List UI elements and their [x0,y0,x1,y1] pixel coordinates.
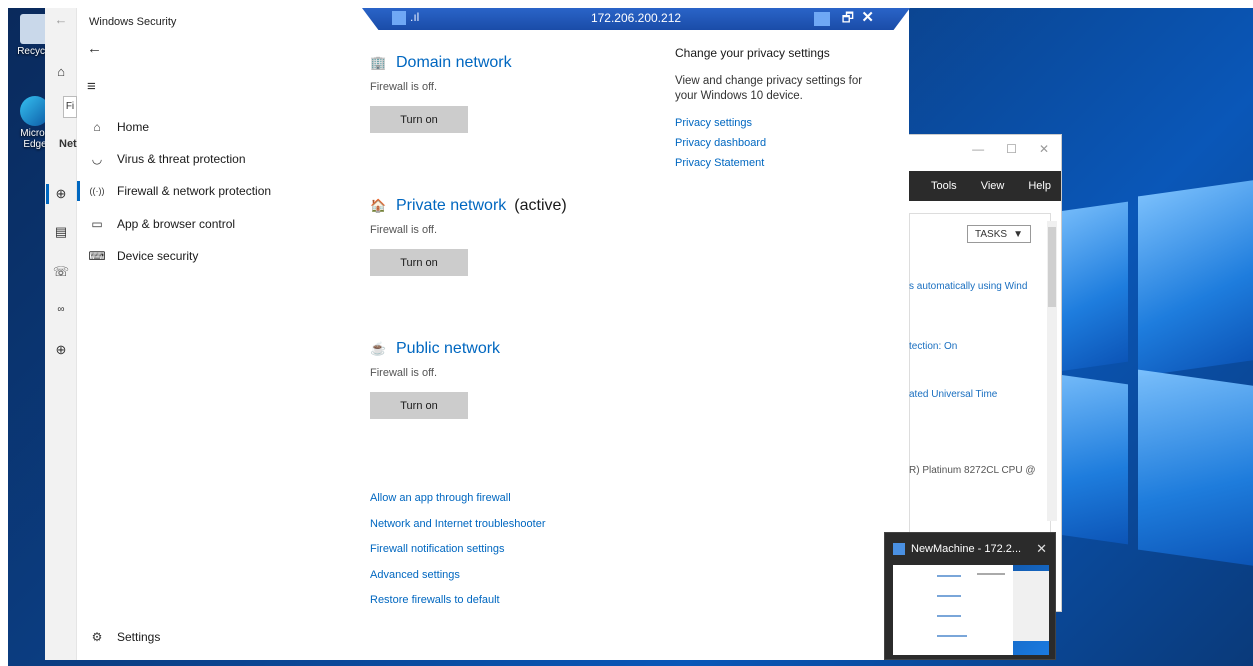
bg-close-button[interactable]: ✕ [1039,142,1049,156]
bg-tasks-dropdown[interactable]: TASKS ▼ [967,225,1031,243]
share-rail-icon[interactable]: ∞ [45,304,77,315]
preview-title: NewMachine - 172.2... [911,543,1022,555]
hamburger-menu-button[interactable]: ≡ [87,78,96,95]
taskbar-thumbnail-preview[interactable]: NewMachine - 172.2... ✕ [884,532,1056,660]
privacy-statement-link[interactable]: Privacy Statement [675,157,875,169]
link-troubleshooter[interactable]: Network and Internet troubleshooter [370,518,546,544]
private-network-icon: 🏠 [370,198,387,213]
public-network-section: ☕ Public network Firewall is off. Turn o… [370,340,508,419]
firewall-rail-icon[interactable]: ⊕ [45,186,77,202]
nav-firewall-network-protection[interactable]: ((·)) Firewall & network protection [77,180,337,202]
private-network-section: 🏠 Private network (active) Firewall is o… [370,197,567,276]
nav-device-security[interactable]: ⌨ Device security [77,245,337,267]
link-allow-app[interactable]: Allow an app through firewall [370,492,546,518]
gear-icon: ⚙ [91,630,103,644]
rdp-restore-button[interactable]: 🗗 [842,9,854,30]
domain-network-link[interactable]: Domain network [396,54,512,72]
windows-security-window: ← ⌂ Fi Net ⊕ ▤ ☏ ∞ ⊕ Windows Security ← … [45,8,909,660]
caret-down-icon: ▼ [1013,228,1023,240]
bg-maximize-button[interactable]: ☐ [1006,142,1017,156]
back-arrow-icon[interactable]: ← [45,12,77,27]
back-button[interactable]: ← [87,40,102,57]
bg-line-2[interactable]: tection: On [909,341,957,352]
domain-turn-on-button[interactable]: Turn on [370,106,468,133]
bg-scroll-thumb[interactable] [1048,227,1056,307]
preview-thumbnail-image [893,565,1049,655]
security-sidebar: Windows Security ← ≡ ⌂ Home ◡ Virus & th… [77,8,347,660]
privacy-description: View and change privacy settings for you… [675,75,863,102]
private-network-link[interactable]: Private network [396,197,506,215]
behind-app-rail: ← ⌂ Fi Net ⊕ ▤ ☏ ∞ ⊕ [45,8,77,660]
remote-desktop-icon [893,543,905,555]
active-label: (active) [514,197,567,214]
public-turn-on-button[interactable]: Turn on [370,392,468,419]
home-icon: ⌂ [93,120,101,134]
bg-panel [909,213,1051,533]
nav-app-browser-control[interactable]: ▭ App & browser control [77,213,337,235]
privacy-dashboard-link[interactable]: Privacy dashboard [675,137,875,149]
bg-window-controls: — ☐ ✕ [901,139,1061,159]
nav-settings[interactable]: ⚙ Settings [77,626,337,648]
app-title: Windows Security [89,16,177,28]
bg-line-4: R) Platinum 8272CL CPU @ [909,465,1036,476]
domain-firewall-status: Firewall is off. [370,81,438,93]
device-rail-icon[interactable]: ▤ [45,224,77,240]
firewall-content: 🏢 Domain network Firewall is off. Turn o… [347,8,909,660]
privacy-heading: Change your privacy settings [675,46,830,60]
bg-menu-view[interactable]: View [981,180,1005,192]
domain-network-section: 🏢 Domain network Firewall is off. Turn o… [370,54,520,133]
laptop-icon: ⌨ [88,249,106,263]
rdp-minimize-button[interactable] [814,12,830,26]
link-advanced-settings[interactable]: Advanced settings [370,569,546,595]
bg-menubar: Tools View Help [901,171,1061,201]
browser-window-icon: ▭ [91,217,103,231]
bg-minimize-button[interactable]: — [972,142,984,156]
public-network-icon: ☕ [370,341,387,356]
private-firewall-status: Firewall is off. [370,224,438,236]
nav-home[interactable]: ⌂ Home [77,116,337,138]
privacy-settings-link[interactable]: Privacy settings [675,117,875,129]
network-rail-icon[interactable]: ☏ [45,264,77,280]
bg-menu-help[interactable]: Help [1028,180,1051,192]
public-firewall-status: Firewall is off. [370,367,438,379]
private-turn-on-button[interactable]: Turn on [370,249,468,276]
rdp-close-button[interactable]: ✕ [861,8,874,26]
rdp-connection-bar: .ıl 172.206.200.212 🗗 ✕ [362,8,910,30]
bg-line-1[interactable]: s automatically using Wind [909,281,1027,292]
globe-icon[interactable]: ⊕ [45,342,77,358]
shield-icon: ◡ [91,152,103,166]
nav-virus-threat-protection[interactable]: ◡ Virus & threat protection [77,148,337,170]
side-partial-label: Net [59,138,77,150]
preview-close-button[interactable]: ✕ [1036,541,1047,557]
firewall-links: Allow an app through firewall Network an… [370,492,546,620]
home-icon[interactable]: ⌂ [45,64,77,79]
bg-scrollbar[interactable] [1047,221,1057,521]
bg-menu-tools[interactable]: Tools [931,180,957,192]
public-network-link[interactable]: Public network [396,340,500,358]
link-restore-defaults[interactable]: Restore firewalls to default [370,594,546,620]
search-field-partial[interactable]: Fi [63,96,77,118]
bg-line-3[interactable]: ated Universal Time [909,389,997,400]
privacy-panel: Change your privacy settings View and ch… [675,46,875,169]
domain-network-icon: 🏢 [370,55,387,70]
link-notification-settings[interactable]: Firewall notification settings [370,543,546,569]
wireless-antenna-icon: ((·)) [89,186,105,196]
